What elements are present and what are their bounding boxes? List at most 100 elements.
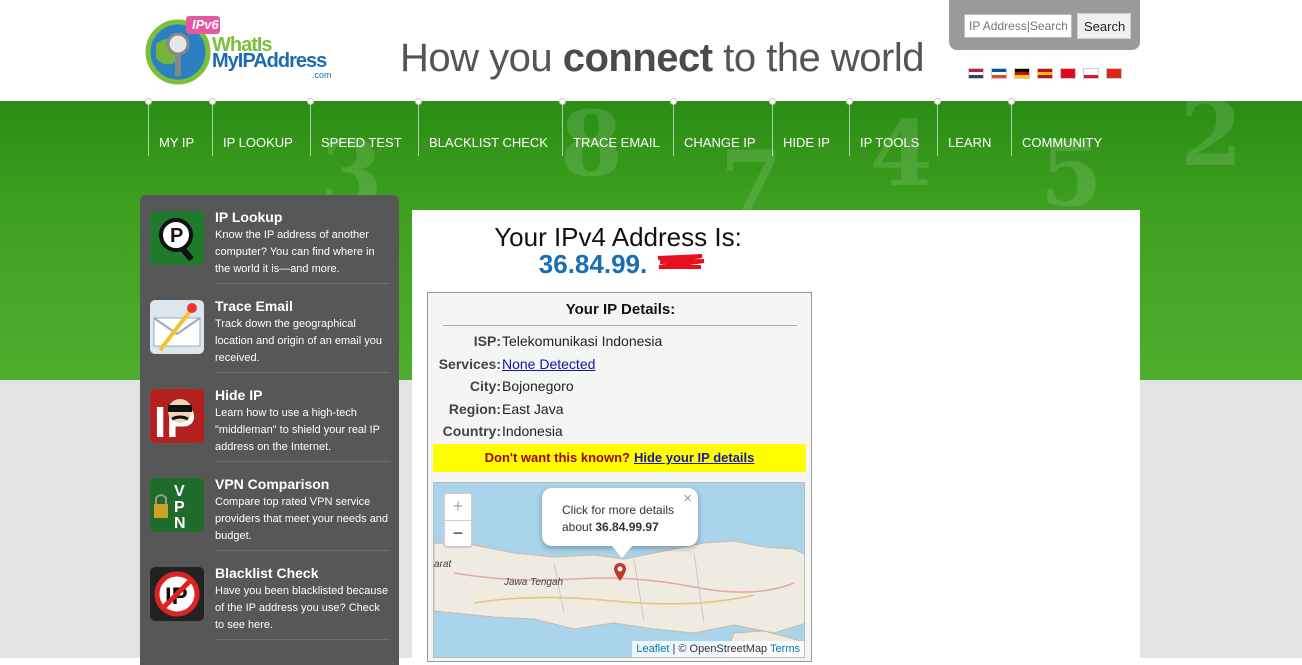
nav-label: LEARN [948, 135, 992, 150]
ip-address-text: 36.84.99. [538, 249, 648, 279]
site-logo[interactable]: IPv6 WhatIs MyIPAddress .com [142, 14, 342, 86]
popup-text: Click for more details about 36.84.99.97 [562, 502, 692, 536]
terms-link[interactable]: Terms [770, 643, 800, 655]
nav-my-ip[interactable]: MY IP [145, 98, 195, 156]
popup-tip [612, 546, 632, 558]
nav-dot [209, 98, 216, 105]
detail-label: Services: [438, 356, 501, 372]
detail-row-city: City: Bojonegoro [428, 378, 813, 400]
header: IPv6 WhatIs MyIPAddress .com How you con… [0, 0, 1302, 101]
detail-label: Region: [448, 401, 501, 417]
nav-speed-test[interactable]: SPEED TEST [307, 98, 402, 156]
logo-line2: MyIPAddress [212, 50, 327, 72]
tr-flag-icon[interactable] [1060, 68, 1076, 79]
ip-details-title: Your IP Details: [565, 301, 676, 318]
hide-ip-details-link[interactable]: Hide your IP details [634, 450, 754, 465]
zoom-out-button[interactable]: − [445, 521, 471, 547]
nav-label: MY IP [159, 135, 195, 150]
detail-row-services: Services: None Detected [428, 356, 813, 378]
tagline-post: to the world [712, 36, 924, 80]
language-flags [968, 68, 1122, 79]
nav-community[interactable]: COMMUNITY [1008, 98, 1102, 156]
close-icon[interactable]: × [683, 490, 692, 507]
tagline-bold: connect [562, 36, 713, 80]
search-input[interactable] [964, 14, 1072, 38]
privacy-warning: Don't want this known? Hide your IP detai… [433, 444, 806, 472]
hide-ip-icon: IP [150, 389, 204, 443]
pl-flag-icon[interactable] [1083, 68, 1099, 79]
sidebar-item-desc: Know the IP address of another computer?… [215, 229, 375, 275]
nav-label: BLACKLIST CHECK [429, 135, 548, 150]
nav-label: TRACE EMAIL [573, 135, 660, 150]
map-label-jawa-tengah: Jawa Tengah [504, 577, 564, 588]
sidebar-item-vpn-comparison[interactable]: VPN VPN Comparison Compare top rated VPN… [140, 462, 399, 551]
svg-text:N: N [174, 515, 186, 532]
redaction-scribble [657, 254, 705, 269]
divider [443, 325, 797, 326]
map-popup[interactable]: Click for more details about 36.84.99.97 … [542, 488, 698, 558]
detail-label: Country: [442, 423, 501, 439]
nav-label: HIDE IP [783, 135, 830, 150]
osm-attribution: | © OpenStreetMap [669, 643, 771, 655]
sidebar: P IP Lookup Know the IP address of anoth… [140, 195, 399, 665]
map-zoom-control: + − [443, 492, 473, 548]
search-button[interactable]: Search [1077, 13, 1131, 39]
sidebar-item-ip-lookup[interactable]: P IP Lookup Know the IP address of anoth… [140, 195, 399, 284]
sidebar-item-title: Hide IP [215, 387, 263, 403]
zoom-in-button[interactable]: + [445, 494, 471, 521]
sidebar-item-hide-ip[interactable]: IP Hide IP Learn how to use a high-tech … [140, 373, 399, 462]
nav-blacklist-check[interactable]: BLACKLIST CHECK [415, 98, 548, 156]
nav-change-ip[interactable]: CHANGE IP [670, 98, 756, 156]
nav-hide-ip[interactable]: HIDE IP [769, 98, 830, 156]
nav-label: IP LOOKUP [223, 135, 293, 150]
nav-label: SPEED TEST [321, 135, 402, 150]
sidebar-item-trace-email[interactable]: Trace Email Track down the geographical … [140, 284, 399, 373]
sidebar-item-title: VPN Comparison [215, 476, 330, 492]
map-pin-icon[interactable] [614, 563, 626, 581]
map-attribution: Leaflet | © OpenStreetMap Terms [632, 641, 804, 657]
nav-trace-email[interactable]: TRACE EMAIL [559, 98, 660, 156]
nav-dot [934, 98, 941, 105]
nav-dot [307, 98, 314, 105]
nav-label: CHANGE IP [684, 135, 756, 150]
search-panel: Search [949, 0, 1140, 50]
services-link[interactable]: None Detected [502, 356, 595, 372]
logo-ipv6: IPv6 [192, 17, 219, 32]
sidebar-divider [215, 639, 390, 640]
sidebar-item-title: IP Lookup [215, 209, 283, 225]
sidebar-item-desc: Compare top rated VPN service providers … [215, 496, 389, 542]
detail-value: Telekomunikasi Indonesia [502, 333, 663, 349]
detail-row-country: Country: Indonesia [428, 423, 813, 445]
detail-value: Bojonegoro [502, 378, 574, 394]
logo-com: .com [312, 70, 332, 80]
vpn-icon: VPN [150, 478, 204, 532]
sidebar-item-title: Blacklist Check [215, 565, 319, 581]
sidebar-item-desc: Have you been blacklisted because of the… [215, 585, 389, 631]
sidebar-item-desc: Track down the geographical location and… [215, 318, 382, 364]
leaflet-link[interactable]: Leaflet [636, 643, 669, 655]
us-flag-icon[interactable] [968, 68, 984, 79]
nav-ip-tools[interactable]: IP TOOLS [846, 98, 919, 156]
sidebar-item-blacklist-check[interactable]: IP Blacklist Check Have you been blackli… [140, 551, 399, 640]
es-flag-icon[interactable] [1037, 68, 1053, 79]
ip-address-value: 36.84.99. [412, 249, 824, 280]
nav-ip-lookup[interactable]: IP LOOKUP [209, 98, 293, 156]
trace-email-icon [150, 300, 204, 354]
svg-text:P: P [174, 499, 185, 516]
svg-text:V: V [174, 483, 185, 500]
detail-row-region: Region: East Java [428, 401, 813, 423]
cn-flag-icon[interactable] [1106, 68, 1122, 79]
nav-dot [846, 98, 853, 105]
nav-learn[interactable]: LEARN [934, 98, 992, 156]
nav-dot [1008, 98, 1015, 105]
fr-flag-icon[interactable] [991, 68, 1007, 79]
location-map[interactable]: Jawa Tengah arat + − Click for more deta… [433, 482, 805, 658]
blacklist-icon: IP [150, 567, 204, 621]
popup-line2: about [562, 520, 596, 534]
nav-dot [145, 98, 152, 105]
decor-digit: 2 [1180, 101, 1243, 187]
de-flag-icon[interactable] [1014, 68, 1030, 79]
sidebar-item-desc: Learn how to use a high-tech "middleman"… [215, 407, 380, 453]
tagline-pre: How you [400, 36, 563, 80]
nav-dot [559, 98, 566, 105]
